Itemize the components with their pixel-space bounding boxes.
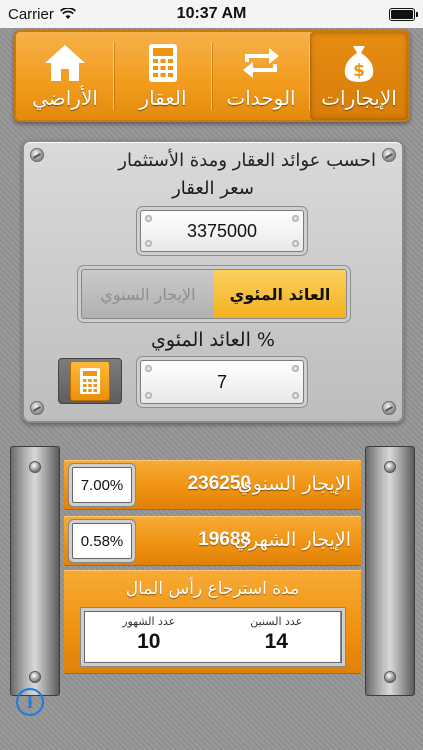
calculator-icon xyxy=(70,361,110,401)
payback-table: عدد الشهور 10 عدد السنين 14 xyxy=(84,611,342,663)
calculator-panel: احسب عوائد العقار ومدة الأستثمار سعر الع… xyxy=(22,140,404,423)
battery-icon xyxy=(389,8,418,21)
nav-label: العقار xyxy=(139,86,187,110)
nav-item-rentals[interactable]: $ الإيجارات xyxy=(310,32,408,120)
percent-input[interactable]: 7 xyxy=(140,360,304,404)
right-rail xyxy=(365,446,415,696)
nav-label: الأراضي xyxy=(32,86,98,110)
payback-row: مدة استرجاع رأس المال عدد الشهور 10 عدد … xyxy=(64,570,361,674)
home-icon xyxy=(40,40,90,86)
calculator-icon xyxy=(138,40,188,86)
nav-label: الوحدات xyxy=(226,86,296,110)
monthly-rent-row: 0.58% 19688 الإيجار الشهري xyxy=(64,516,361,566)
panel-title: احسب عوائد العقار ومدة الأستثمار xyxy=(118,150,376,171)
results-section: 7.00% 236250 الإيجار السنوي 0.58% 19688 … xyxy=(10,446,415,696)
months-value: 10 xyxy=(137,630,161,653)
status-bar: Carrier 10:37 AM xyxy=(0,0,423,28)
screw-icon xyxy=(382,148,396,162)
years-label: عدد السنين xyxy=(250,615,303,628)
percent-value: 7 xyxy=(216,371,227,392)
left-rail xyxy=(10,446,60,696)
screw-icon xyxy=(30,401,44,415)
calculate-button[interactable] xyxy=(58,358,122,404)
mode-segmented-control: الإيجار السنوي العائد المئوي xyxy=(81,269,347,319)
annual-rent-row: 7.00% 236250 الإيجار السنوي xyxy=(64,460,361,510)
screw-icon xyxy=(30,148,44,162)
years-value: 14 xyxy=(264,630,288,653)
monthly-rent-label: الإيجار الشهري xyxy=(234,529,351,551)
money-bag-icon: $ xyxy=(334,40,384,86)
annual-percent-box: 7.00% xyxy=(72,467,132,503)
monthly-percent-box: 0.58% xyxy=(72,523,132,559)
segment-yield-percent[interactable]: العائد المئوي xyxy=(214,270,346,318)
annual-rent-label: الإيجار السنوي xyxy=(237,473,351,495)
screw-icon xyxy=(382,401,396,415)
info-button[interactable]: i xyxy=(16,688,44,716)
price-input[interactable]: 3375000 xyxy=(140,210,304,252)
nav-item-lands[interactable]: الأراضي xyxy=(16,32,114,120)
price-value: 3375000 xyxy=(186,220,258,241)
nav-item-property[interactable]: العقار xyxy=(114,32,212,120)
status-time: 10:37 AM xyxy=(176,5,247,22)
price-label: سعر العقار xyxy=(172,178,254,199)
nav-label: الإيجارات xyxy=(321,86,397,110)
months-column: عدد الشهور 10 xyxy=(85,612,213,662)
payback-title: مدة استرجاع رأس المال xyxy=(125,579,300,599)
swap-arrows-icon xyxy=(236,40,286,86)
info-icon: i xyxy=(26,692,34,712)
years-column: عدد السنين 14 xyxy=(213,612,341,662)
percent-label: العائد المئوي % xyxy=(151,329,275,351)
segment-annual-rent[interactable]: الإيجار السنوي xyxy=(82,270,214,318)
months-label: عدد الشهور xyxy=(122,615,176,628)
top-nav: $ الإيجارات الوحدات العقار الأراضي xyxy=(14,30,410,122)
svg-text:$: $ xyxy=(353,61,365,81)
nav-item-units[interactable]: الوحدات xyxy=(212,32,310,120)
